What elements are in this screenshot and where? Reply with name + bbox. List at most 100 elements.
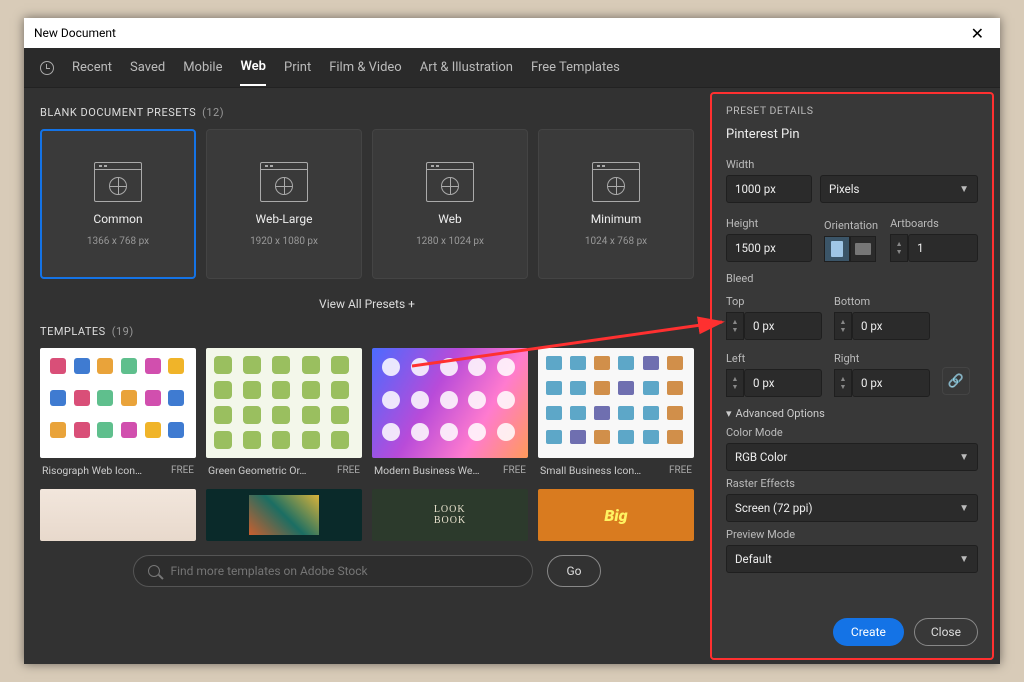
preset-card-web-large[interactable]: Web-Large 1920 x 1080 px — [206, 129, 362, 279]
preset-card-common[interactable]: Common 1366 x 768 px — [40, 129, 196, 279]
width-label: Width — [726, 158, 978, 171]
search-input[interactable] — [170, 564, 518, 578]
tab-print[interactable]: Print — [284, 50, 311, 85]
view-all-presets[interactable]: View All Presets + — [40, 297, 694, 311]
chevron-down-icon: ▼ — [959, 503, 969, 514]
chevron-down-icon: ▼ — [959, 184, 969, 195]
template-thumbnail[interactable]: LOOKBOOK — [372, 489, 528, 541]
bleed-bottom-input[interactable] — [852, 312, 930, 340]
height-label: Height — [726, 217, 812, 230]
bleed-right-stepper[interactable]: ▲▼ — [834, 369, 852, 397]
templates-header-label: TEMPLATES — [40, 325, 106, 338]
tab-free-templates[interactable]: Free Templates — [531, 50, 620, 85]
tab-saved[interactable]: Saved — [130, 50, 165, 85]
preset-details-panel: PRESET DETAILS Width Pixels ▼ Height Ori… — [710, 92, 994, 660]
preset-dimensions: 1920 x 1080 px — [250, 236, 318, 247]
template-thumbnail[interactable]: Big — [538, 489, 694, 541]
template-thumbnail — [206, 348, 362, 458]
raster-effects-label: Raster Effects — [726, 477, 978, 490]
bleed-bottom-stepper[interactable]: ▲▼ — [834, 312, 852, 340]
preset-dimensions: 1280 x 1024 px — [416, 236, 484, 247]
template-grid-row2: LOOKBOOK Big — [40, 489, 694, 541]
color-mode-label: Color Mode — [726, 426, 978, 439]
artboards-stepper[interactable]: ▲▼ — [890, 234, 908, 262]
preset-card-web[interactable]: Web 1280 x 1024 px — [372, 129, 528, 279]
preview-mode-select[interactable]: Default▼ — [726, 545, 978, 573]
presets-count: (12) — [202, 106, 224, 119]
bleed-right-label: Right — [834, 352, 930, 365]
preset-grid: Common 1366 x 768 px Web-Large 1920 x 10… — [40, 129, 694, 279]
tab-web[interactable]: Web — [240, 49, 266, 86]
template-thumbnail[interactable] — [206, 489, 362, 541]
preview-mode-label: Preview Mode — [726, 528, 978, 541]
orientation-label: Orientation — [824, 219, 878, 232]
bleed-top-input[interactable] — [744, 312, 822, 340]
preset-card-minimum[interactable]: Minimum 1024 x 768 px — [538, 129, 694, 279]
template-thumbnail[interactable] — [40, 489, 196, 541]
template-card[interactable]: Modern Business We… FREE — [372, 348, 528, 477]
template-name: Risograph Web Icon… — [42, 464, 142, 477]
create-button[interactable]: Create — [833, 618, 904, 646]
category-tabs: Recent Saved Mobile Web Print Film & Vid… — [24, 48, 1000, 88]
bleed-left-label: Left — [726, 352, 822, 365]
template-name: Modern Business We… — [374, 464, 479, 477]
chevron-down-icon: ▾ — [726, 407, 732, 420]
advanced-options-toggle[interactable]: ▾ Advanced Options — [726, 407, 978, 420]
link-bleed-icon[interactable]: 🔗 — [942, 367, 970, 395]
tab-recent[interactable]: Recent — [72, 50, 112, 85]
height-input[interactable] — [726, 234, 812, 262]
preset-name-input[interactable] — [726, 125, 978, 152]
template-card[interactable]: Risograph Web Icon… FREE — [40, 348, 196, 477]
preset-dimensions: 1024 x 768 px — [585, 236, 647, 247]
bleed-top-stepper[interactable]: ▲▼ — [726, 312, 744, 340]
close-icon[interactable]: ✕ — [965, 24, 990, 43]
orientation-portrait[interactable] — [824, 236, 850, 262]
close-button[interactable]: Close — [914, 618, 978, 646]
tab-film-video[interactable]: Film & Video — [329, 50, 402, 85]
preset-dimensions: 1366 x 768 px — [87, 236, 149, 247]
chevron-down-icon: ▼ — [959, 554, 969, 565]
bleed-top-label: Top — [726, 295, 822, 308]
orientation-landscape[interactable] — [850, 236, 876, 262]
dialog-title: New Document — [34, 26, 116, 40]
preset-name: Web — [438, 212, 462, 226]
template-price: FREE — [337, 465, 360, 476]
bleed-label: Bleed — [726, 272, 978, 285]
browser-globe-icon — [426, 162, 474, 202]
template-price: FREE — [669, 465, 692, 476]
template-price: FREE — [171, 465, 194, 476]
preset-name: Minimum — [591, 212, 642, 226]
template-card[interactable]: Green Geometric Or… FREE — [206, 348, 362, 477]
bleed-bottom-label: Bottom — [834, 295, 930, 308]
presets-header: BLANK DOCUMENT PRESETS (12) — [40, 106, 694, 119]
template-grid: Risograph Web Icon… FREE Green Geometric… — [40, 348, 694, 477]
template-price: FREE — [503, 465, 526, 476]
color-mode-select[interactable]: RGB Color▼ — [726, 443, 978, 471]
template-thumbnail — [538, 348, 694, 458]
template-thumbnail — [372, 348, 528, 458]
bleed-right-input[interactable] — [852, 369, 930, 397]
search-field[interactable] — [133, 555, 533, 587]
bleed-left-input[interactable] — [744, 369, 822, 397]
search-bar: Go — [40, 555, 694, 587]
artboards-input[interactable] — [908, 234, 978, 262]
template-card[interactable]: Small Business Icon… FREE — [538, 348, 694, 477]
tab-mobile[interactable]: Mobile — [183, 50, 222, 85]
template-thumbnail — [40, 348, 196, 458]
templates-header: TEMPLATES (19) — [40, 325, 694, 338]
template-name: Small Business Icon… — [540, 464, 641, 477]
raster-effects-select[interactable]: Screen (72 ppi)▼ — [726, 494, 978, 522]
left-panel: BLANK DOCUMENT PRESETS (12) Common 1366 … — [24, 88, 710, 664]
preset-name: Common — [93, 212, 142, 226]
go-button[interactable]: Go — [547, 555, 600, 587]
width-input[interactable] — [726, 175, 812, 203]
new-document-dialog: New Document ✕ Recent Saved Mobile Web P… — [24, 18, 1000, 664]
search-icon — [148, 565, 160, 577]
recent-icon — [40, 61, 54, 75]
tab-art-illustration[interactable]: Art & Illustration — [420, 50, 513, 85]
preset-details-header: PRESET DETAILS — [726, 104, 978, 117]
bleed-left-stepper[interactable]: ▲▼ — [726, 369, 744, 397]
orientation-toggle — [824, 236, 878, 262]
browser-globe-icon — [260, 162, 308, 202]
units-select[interactable]: Pixels ▼ — [820, 175, 978, 203]
